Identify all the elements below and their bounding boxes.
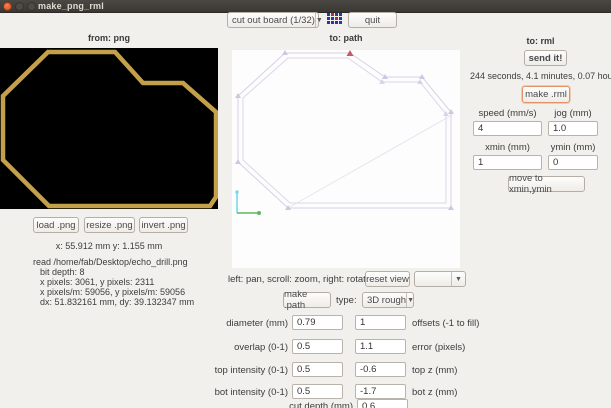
param-row-right-label: top z (mm) (412, 365, 458, 376)
invert-png-button[interactable]: invert .png (139, 217, 188, 233)
process-selector[interactable]: cut out board (1/32) ▼ (227, 12, 323, 28)
make-rml-label: make .rml (525, 89, 567, 100)
param-input-2[interactable] (355, 339, 406, 354)
png-panel-header: from: png (88, 33, 130, 43)
param-input-1[interactable] (292, 384, 343, 399)
make-rml-button[interactable]: make .rml (522, 86, 570, 103)
move-to-xmin-ymin-button[interactable]: move to xmin,ymin (508, 173, 585, 195)
type-selector-value: 3D rough (367, 294, 407, 306)
make-path-label: make .path (284, 289, 308, 311)
jog-input[interactable] (548, 121, 598, 136)
param-input-2[interactable] (355, 362, 406, 377)
cursor-readout: x: 55.912 mm y: 1.155 mm (55, 241, 163, 251)
chevron-down-icon[interactable]: ▼ (451, 272, 465, 286)
cut-depth-input[interactable] (357, 399, 408, 408)
ymin-input[interactable] (548, 155, 598, 170)
window-title: make_png_rml (38, 1, 104, 11)
ymin-label: ymin (mm) (550, 142, 596, 153)
chevron-down-icon[interactable]: ▼ (406, 293, 414, 307)
view-selector-value (415, 272, 451, 286)
png-image-view[interactable] (0, 48, 219, 209)
xmin-input[interactable] (473, 155, 542, 170)
param-row-label: overlap (0-1) (234, 342, 288, 353)
resize-png-button[interactable]: resize .png (84, 217, 135, 233)
invert-png-label: invert .png (141, 219, 186, 231)
quit-button-label: quit (364, 14, 381, 26)
process-selector-value: cut out board (1/32) (232, 14, 315, 26)
param-row-label: top intensity (0-1) (214, 365, 288, 376)
path-panel-header: to: path (329, 33, 363, 43)
jog-label: jog (mm) (554, 108, 592, 119)
cut-depth-label: cut depth (mm) (289, 401, 353, 408)
speed-input[interactable] (473, 121, 542, 136)
param-input-1[interactable] (292, 362, 343, 377)
toolpath-graphic (235, 50, 454, 215)
mouse-hint: left: pan, scroll: zoom, right: rotate (228, 274, 372, 285)
time-estimate: 244 seconds, 4.1 minutes, 0.07 hours (470, 71, 611, 81)
param-row-label: bot intensity (0-1) (214, 387, 288, 398)
send-it-button[interactable]: send it! (524, 50, 567, 66)
path-canvas[interactable] (232, 50, 460, 268)
view-selector[interactable]: ▼ (414, 271, 466, 287)
rml-panel-header: to: rml (526, 36, 555, 46)
maximize-icon[interactable] (27, 2, 36, 11)
type-selector[interactable]: 3D rough ▼ (362, 292, 414, 308)
param-row-right-label: error (pixels) (412, 342, 466, 353)
fab-modules-icon (327, 13, 342, 26)
param-input-1[interactable] (292, 339, 343, 354)
resize-png-label: resize .png (86, 219, 133, 231)
param-input-2[interactable] (355, 315, 406, 330)
param-input-2[interactable] (355, 384, 406, 399)
type-label: type: (336, 295, 357, 306)
reset-view-button[interactable]: reset view (365, 271, 410, 287)
png-size-line: dx: 51.832161 mm, dy: 39.132347 mm (40, 297, 195, 307)
load-png-button[interactable]: load .png (33, 217, 79, 233)
minimize-icon[interactable] (15, 2, 24, 11)
make-path-button[interactable]: make .path (283, 289, 331, 311)
close-icon[interactable] (3, 2, 12, 11)
param-row-label: diameter (mm) (226, 318, 288, 329)
speed-label: speed (mm/s) (478, 108, 537, 119)
quit-button[interactable]: quit (348, 12, 397, 28)
png-outline-graphic (0, 49, 219, 209)
xmin-label: xmin (mm) (485, 142, 530, 153)
reset-view-label: reset view (366, 273, 409, 285)
send-it-label: send it! (528, 52, 563, 64)
param-input-1[interactable] (292, 315, 343, 330)
load-png-label: load .png (36, 219, 76, 231)
param-row-right-label: offsets (-1 to fill) (412, 318, 480, 329)
param-row-right-label: bot z (mm) (412, 387, 458, 398)
chevron-down-icon[interactable]: ▼ (314, 13, 323, 27)
move-button-label: move to xmin,ymin (509, 173, 552, 195)
